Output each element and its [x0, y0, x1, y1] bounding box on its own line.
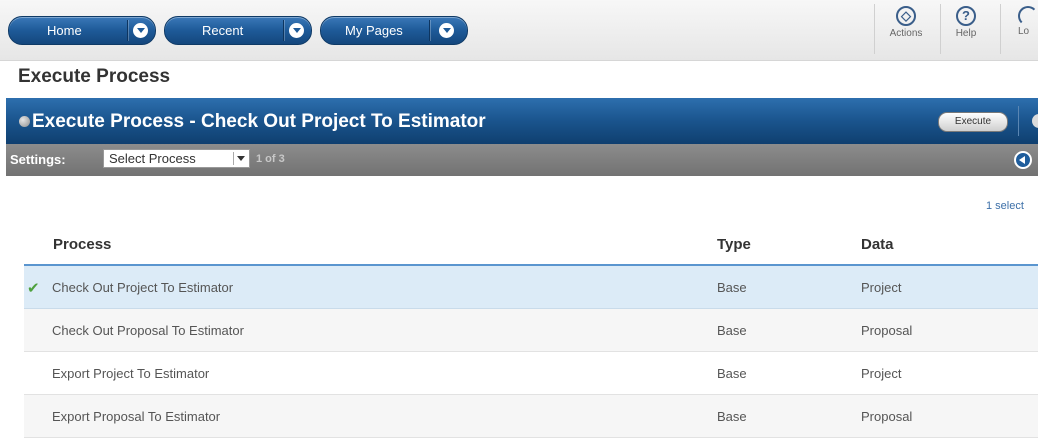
data-cell: Proposal: [861, 409, 913, 424]
actions-label: Actions: [889, 28, 923, 39]
page-title: Execute Process: [18, 66, 171, 87]
type-cell: Base: [717, 409, 747, 424]
data-cell: Project: [861, 280, 902, 295]
divider: [283, 20, 284, 41]
process-select[interactable]: Select Process: [103, 149, 250, 168]
chevron-down-icon[interactable]: [439, 23, 454, 38]
process-cell: Export Proposal To Estimator: [52, 409, 221, 424]
recent-label: Recent: [202, 23, 244, 38]
type-cell: Base: [717, 280, 747, 295]
logout-icon: [1018, 6, 1038, 26]
chevron-down-icon[interactable]: [289, 23, 304, 38]
table-row[interactable]: Export Proposal To Estimator Base Propos…: [24, 395, 1038, 438]
logout-button[interactable]: Lo: [1018, 6, 1038, 37]
process-select-value: Select Process: [109, 151, 196, 166]
table-row[interactable]: Check Out Proposal To Estimator Base Pro…: [24, 309, 1038, 352]
divider: [1018, 106, 1019, 136]
chevron-down-icon[interactable]: [233, 152, 247, 165]
type-cell: Base: [717, 366, 747, 381]
column-header-process[interactable]: Process: [53, 236, 111, 253]
back-arrow-icon[interactable]: [1014, 151, 1032, 169]
divider: [127, 20, 128, 41]
process-cell: Check Out Project To Estimator: [52, 280, 234, 295]
table-header: Process Type Data: [24, 222, 1038, 266]
recent-nav-button[interactable]: Recent: [164, 16, 312, 45]
help-button[interactable]: ? Help: [946, 6, 986, 39]
my-pages-label: My Pages: [345, 23, 403, 38]
process-cell: Check Out Proposal To Estimator: [52, 323, 244, 338]
panel-title: Execute Process - Check Out Project To E…: [32, 111, 486, 132]
data-cell: Project: [861, 366, 902, 381]
divider: [429, 20, 430, 41]
help-icon: ?: [956, 6, 976, 26]
settings-label: Settings:: [10, 152, 66, 167]
home-label: Home: [47, 23, 82, 38]
data-cell: Proposal: [861, 323, 913, 338]
panel-toggle-icon[interactable]: [1032, 114, 1038, 128]
top-navigation-bar: Home Recent My Pages ◇ Actions ? Help Lo: [0, 0, 1038, 61]
help-label: Help: [955, 28, 977, 39]
table-row[interactable]: Export Project To Estimator Base Project: [24, 352, 1038, 395]
toolbar-divider: [940, 4, 941, 54]
settings-bar: Settings: Select Process 1 of 3: [6, 144, 1038, 176]
toolbar-divider: [874, 4, 875, 54]
chevron-down-icon[interactable]: [133, 23, 148, 38]
column-header-data[interactable]: Data: [861, 236, 894, 253]
type-cell: Base: [717, 323, 747, 338]
actions-icon: ◇: [896, 6, 916, 26]
table-row[interactable]: ✔ Check Out Project To Estimator Base Pr…: [24, 266, 1038, 309]
process-cell: Export Project To Estimator: [52, 366, 210, 381]
selection-count: 1 select: [986, 200, 1024, 212]
my-pages-nav-button[interactable]: My Pages: [320, 16, 468, 45]
home-nav-button[interactable]: Home: [8, 16, 156, 45]
actions-button[interactable]: ◇ Actions: [880, 6, 932, 39]
check-icon: ✔: [27, 280, 40, 297]
pager-text: 1 of 3: [256, 153, 285, 165]
toolbar-divider: [1000, 4, 1001, 54]
panel-header: Execute Process - Check Out Project To E…: [6, 98, 1038, 144]
logout-label: Lo: [1018, 26, 1030, 37]
execute-button[interactable]: Execute: [938, 112, 1008, 132]
column-header-type[interactable]: Type: [717, 236, 751, 253]
bullet-icon: [19, 116, 30, 127]
